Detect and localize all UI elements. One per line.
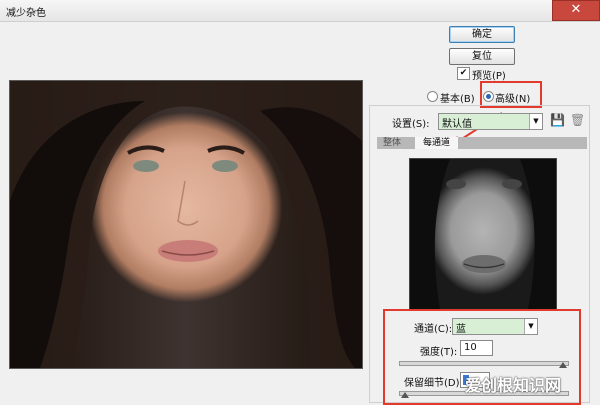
advanced-highlight-box bbox=[480, 81, 542, 108]
settings-value: 默认值 bbox=[442, 119, 472, 130]
reduce-noise-dialog: 减少杂色 ✕ 确定 复位 ✔ 预览(P) 基本(B) 高级(N) 设置(S): … bbox=[0, 0, 600, 405]
watermark-text: 爱创根知识网 bbox=[465, 376, 562, 395]
channel-thumbnail bbox=[409, 158, 557, 310]
tab-per-channel[interactable]: 每通道 bbox=[415, 137, 458, 149]
dialog-title: 减少杂色 bbox=[6, 8, 46, 19]
basic-label: 基本(B) bbox=[440, 94, 475, 105]
preserve-detail-label: 保留细节(D): bbox=[404, 378, 463, 389]
ok-button[interactable]: 确定 bbox=[449, 26, 515, 43]
preview-label: 预览(P) bbox=[472, 71, 506, 82]
settings-dropdown[interactable]: 默认值 ▼ bbox=[438, 113, 543, 130]
reset-button[interactable]: 复位 bbox=[449, 48, 515, 65]
channel-thumbnail-image bbox=[410, 159, 556, 309]
preview-checkbox[interactable]: ✔ bbox=[457, 67, 470, 80]
chevron-down-icon: ▼ bbox=[524, 319, 537, 334]
close-icon: ✕ bbox=[570, 2, 582, 17]
portrait-image bbox=[10, 81, 362, 368]
channel-label: 通道(C): bbox=[414, 324, 453, 335]
checkmark-icon: ✔ bbox=[459, 68, 468, 78]
strength-slider-thumb[interactable] bbox=[559, 362, 567, 368]
image-preview[interactable] bbox=[9, 80, 363, 369]
basic-radio[interactable] bbox=[427, 91, 438, 102]
strength-slider[interactable] bbox=[399, 361, 569, 366]
tab-bar: 整体 每通道 bbox=[377, 137, 587, 149]
preserve-detail-slider-thumb[interactable] bbox=[401, 392, 409, 398]
strength-input[interactable]: 10 bbox=[460, 340, 493, 356]
close-button[interactable]: ✕ bbox=[552, 0, 600, 21]
title-bar: 减少杂色 ✕ bbox=[0, 0, 600, 22]
channel-value: 蓝 bbox=[456, 324, 466, 335]
save-settings-icon[interactable]: 💾 bbox=[550, 113, 565, 127]
channel-dropdown[interactable]: 蓝 ▼ bbox=[452, 318, 538, 335]
chevron-down-icon: ▼ bbox=[529, 114, 542, 129]
settings-label: 设置(S): bbox=[392, 119, 430, 130]
strength-label: 强度(T): bbox=[420, 347, 458, 358]
tab-overall[interactable]: 整体 bbox=[377, 137, 413, 149]
delete-settings-icon[interactable]: 🗑 bbox=[570, 113, 585, 127]
